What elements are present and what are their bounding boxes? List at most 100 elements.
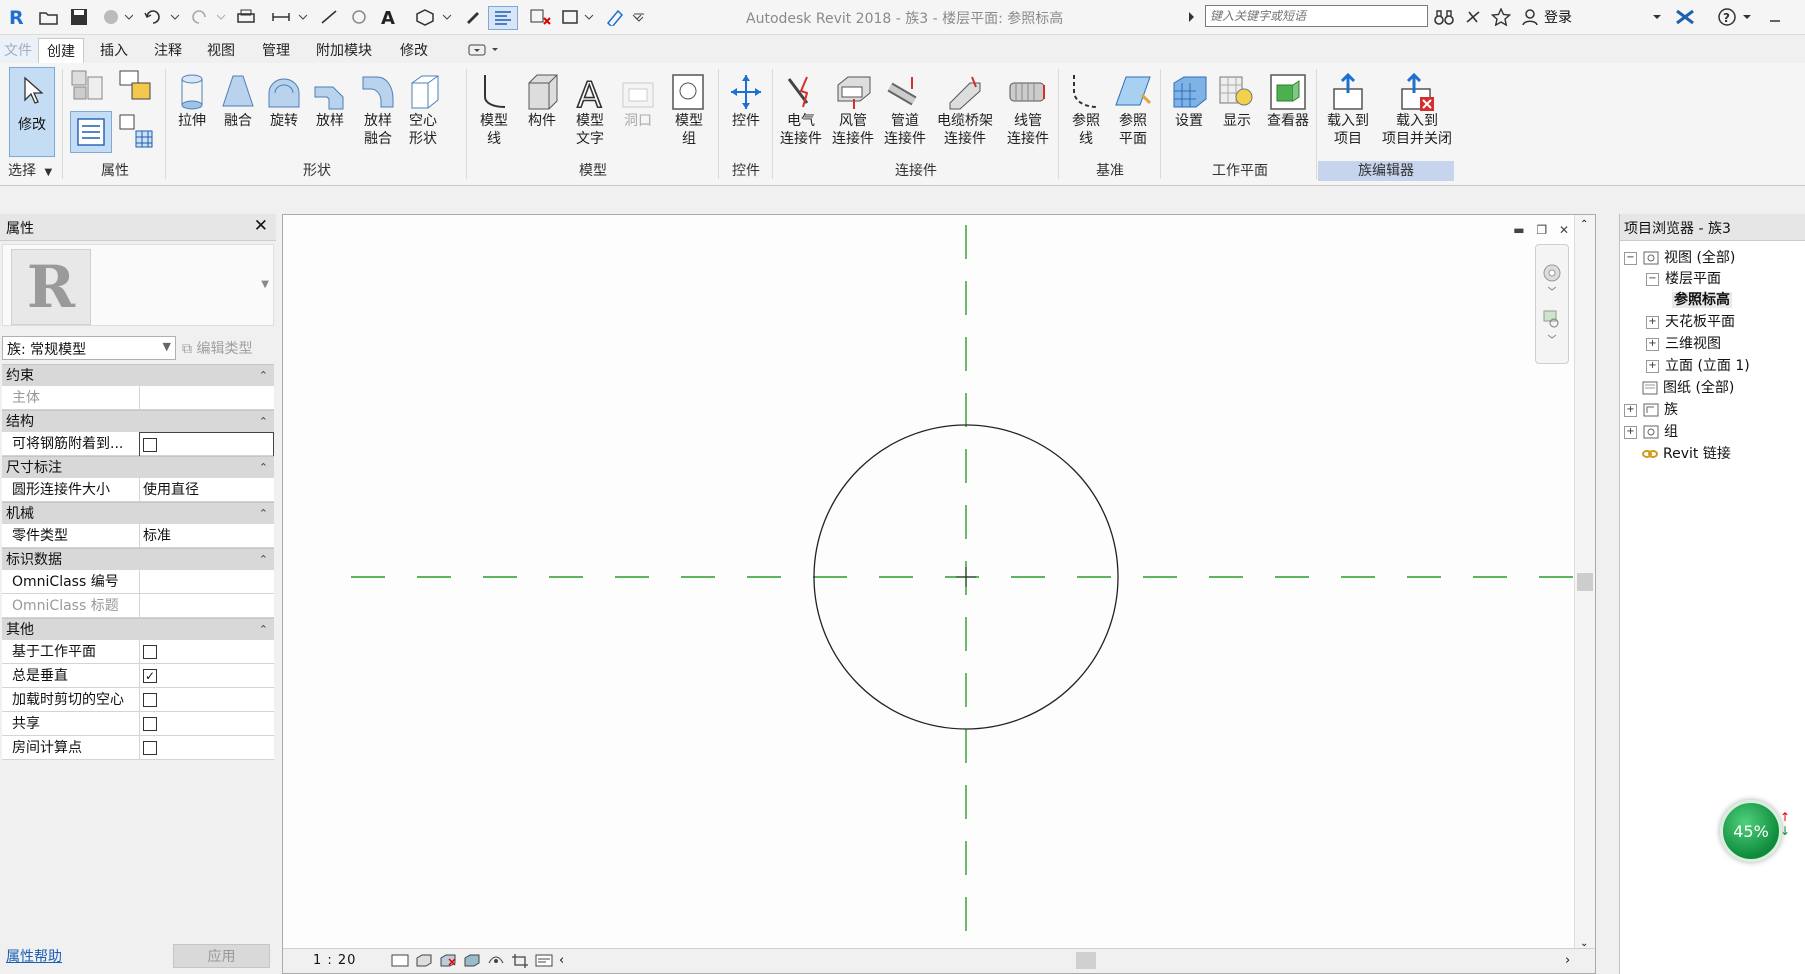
tab-addins[interactable]: 附加模块	[312, 40, 376, 60]
infocenter-expand-icon[interactable]	[1186, 6, 1198, 28]
redo-icon[interactable]	[188, 6, 228, 28]
visual-style-icon[interactable]	[415, 953, 433, 968]
tree-node-families[interactable]: + 族	[1624, 399, 1678, 419]
tab-file[interactable]: 文件	[0, 40, 36, 60]
detail-level-icon[interactable]	[391, 953, 409, 968]
model-text-button[interactable]: A 模型 文字	[568, 67, 612, 148]
favorites-star-icon[interactable]	[1490, 6, 1512, 28]
property-value[interactable]: 标准	[139, 524, 274, 547]
property-value[interactable]	[139, 386, 274, 409]
reference-plane-button[interactable]: 参照 平面	[1110, 67, 1156, 148]
workplane-based-checkbox[interactable]	[143, 645, 157, 659]
extrusion-button[interactable]: 拉伸	[172, 67, 212, 130]
family-types-icon[interactable]	[118, 69, 154, 107]
component-button[interactable]: 构件	[520, 67, 564, 130]
text-icon[interactable]: A	[378, 6, 400, 28]
binoculars-icon[interactable]	[1432, 6, 1456, 28]
cable-tray-connector-button[interactable]: 电缆桥架 连接件	[932, 67, 998, 148]
family-type-selector[interactable]: 族: 常规模型 ▼	[2, 336, 176, 360]
tab-create[interactable]: 创建	[38, 38, 84, 65]
zoom-icon[interactable]	[1542, 309, 1562, 343]
switch-windows-icon[interactable]	[560, 6, 596, 28]
aligned-dimension-icon[interactable]	[318, 6, 340, 28]
modify-button[interactable]: 修改	[9, 67, 55, 157]
close-icon[interactable]: ✕	[254, 216, 268, 236]
tab-insert[interactable]: 插入	[96, 40, 132, 60]
shared-checkbox[interactable]	[143, 717, 157, 731]
save-icon[interactable]	[68, 6, 90, 28]
3d-view-icon[interactable]	[414, 6, 454, 28]
tree-node-views[interactable]: − 视图 (全部)	[1624, 247, 1735, 267]
blend-button[interactable]: 融合	[218, 67, 258, 130]
scroll-left-icon[interactable]: ‹	[559, 953, 577, 968]
section-dimensions[interactable]: 尺寸标注 ⌃	[2, 456, 274, 478]
temporary-hide-icon[interactable]	[487, 953, 505, 968]
tab-annotate[interactable]: 注释	[150, 40, 186, 60]
tree-node-elevations[interactable]: + 立面 (立面 1)	[1646, 355, 1750, 375]
viewer-button[interactable]: 查看器	[1262, 67, 1314, 130]
property-value[interactable]: 使用直径	[139, 478, 274, 501]
collapse-toggle[interactable]: −	[1624, 251, 1637, 265]
model-group-button[interactable]: 模型 组	[664, 67, 714, 148]
reference-line-button[interactable]: 参照 线	[1064, 67, 1108, 148]
expand-toggle[interactable]: +	[1624, 403, 1637, 417]
tab-modify[interactable]: 修改	[396, 40, 432, 60]
type-properties-icon[interactable]	[118, 113, 154, 153]
section-mechanical[interactable]: 机械 ⌃	[2, 502, 274, 524]
opening-button[interactable]: 洞口	[616, 67, 660, 130]
view-scale[interactable]: 1 : 20	[313, 953, 356, 968]
horizontal-scroll-thumb[interactable]	[1076, 952, 1096, 969]
help-icon[interactable]: ?	[1716, 6, 1756, 28]
tab-manage[interactable]: 管理	[258, 40, 294, 60]
drawing-canvas[interactable]	[283, 215, 1575, 949]
expand-toggle[interactable]: +	[1646, 315, 1659, 329]
properties-toggle-icon[interactable]	[70, 111, 112, 153]
scroll-up-icon[interactable]: ⌃	[1580, 219, 1588, 230]
conduit-connector-button[interactable]: 线管 连接件	[1002, 67, 1054, 148]
qat-dropdown-icon[interactable]	[632, 6, 646, 28]
drawing-view[interactable]: ▬ ❐ ✕ ⌃ ⌄ 1 : 20 ‹ ›	[282, 214, 1596, 974]
reveal-hidden-icon[interactable]	[535, 953, 553, 968]
search-input[interactable]	[1206, 6, 1435, 26]
tree-node-revit-links[interactable]: Revit 链接	[1642, 443, 1731, 463]
sync-icon[interactable]	[100, 6, 134, 28]
tree-node-sheets[interactable]: 图纸 (全部)	[1642, 377, 1734, 397]
minimize-icon[interactable]	[1768, 6, 1782, 28]
model-line-button[interactable]: 模型 线	[472, 67, 516, 148]
always-vertical-checkbox[interactable]: ✓	[143, 669, 157, 683]
cut-with-voids-checkbox[interactable]	[143, 693, 157, 707]
exchange-apps-icon[interactable]	[1672, 6, 1698, 28]
section-other[interactable]: 其他 ⌃	[2, 618, 274, 640]
properties-help-link[interactable]: 属性帮助	[6, 946, 62, 966]
pipe-connector-button[interactable]: 管道 连接件	[880, 67, 930, 148]
shadows-icon[interactable]	[463, 953, 481, 968]
scroll-right-icon[interactable]: ›	[1565, 953, 1583, 968]
select-dropdown[interactable]: 选择 ▼	[8, 160, 60, 180]
sweep-button[interactable]: 放样	[310, 67, 350, 130]
room-calc-point-checkbox[interactable]	[143, 741, 157, 755]
search-box[interactable]	[1205, 5, 1435, 27]
measure-icon[interactable]	[270, 6, 310, 28]
tree-node-floor-plans[interactable]: − 楼层平面	[1646, 268, 1721, 288]
subscription-icon[interactable]	[1462, 6, 1484, 28]
revit-logo-icon[interactable]: R	[6, 6, 28, 28]
revolve-button[interactable]: 旋转	[264, 67, 304, 130]
swept-blend-button[interactable]: 放样 融合	[356, 67, 400, 148]
void-forms-button[interactable]: 空心 形状	[402, 67, 444, 148]
duct-connector-button[interactable]: 风管 连接件	[828, 67, 878, 148]
section-icon[interactable]	[462, 6, 484, 28]
tree-node-3d-views[interactable]: + 三维视图	[1646, 333, 1721, 353]
apply-button[interactable]: 应用	[173, 944, 270, 968]
set-workplane-button[interactable]: 设置	[1166, 67, 1212, 130]
family-category-icon[interactable]	[70, 69, 106, 107]
steering-wheel-icon[interactable]	[1542, 263, 1562, 295]
section-constraints[interactable]: 约束 ⌃	[2, 364, 274, 386]
login-button[interactable]: 登录	[1544, 6, 1580, 28]
undo-icon[interactable]	[142, 6, 182, 28]
sun-path-icon[interactable]	[439, 953, 457, 968]
ribbon-minimize-icon[interactable]	[468, 44, 500, 60]
tree-node-ceiling-plans[interactable]: + 天花板平面	[1646, 311, 1735, 331]
tab-view[interactable]: 视图	[203, 40, 239, 60]
collapse-toggle[interactable]: −	[1646, 272, 1659, 286]
electrical-connector-button[interactable]: 电气 连接件	[776, 67, 826, 148]
